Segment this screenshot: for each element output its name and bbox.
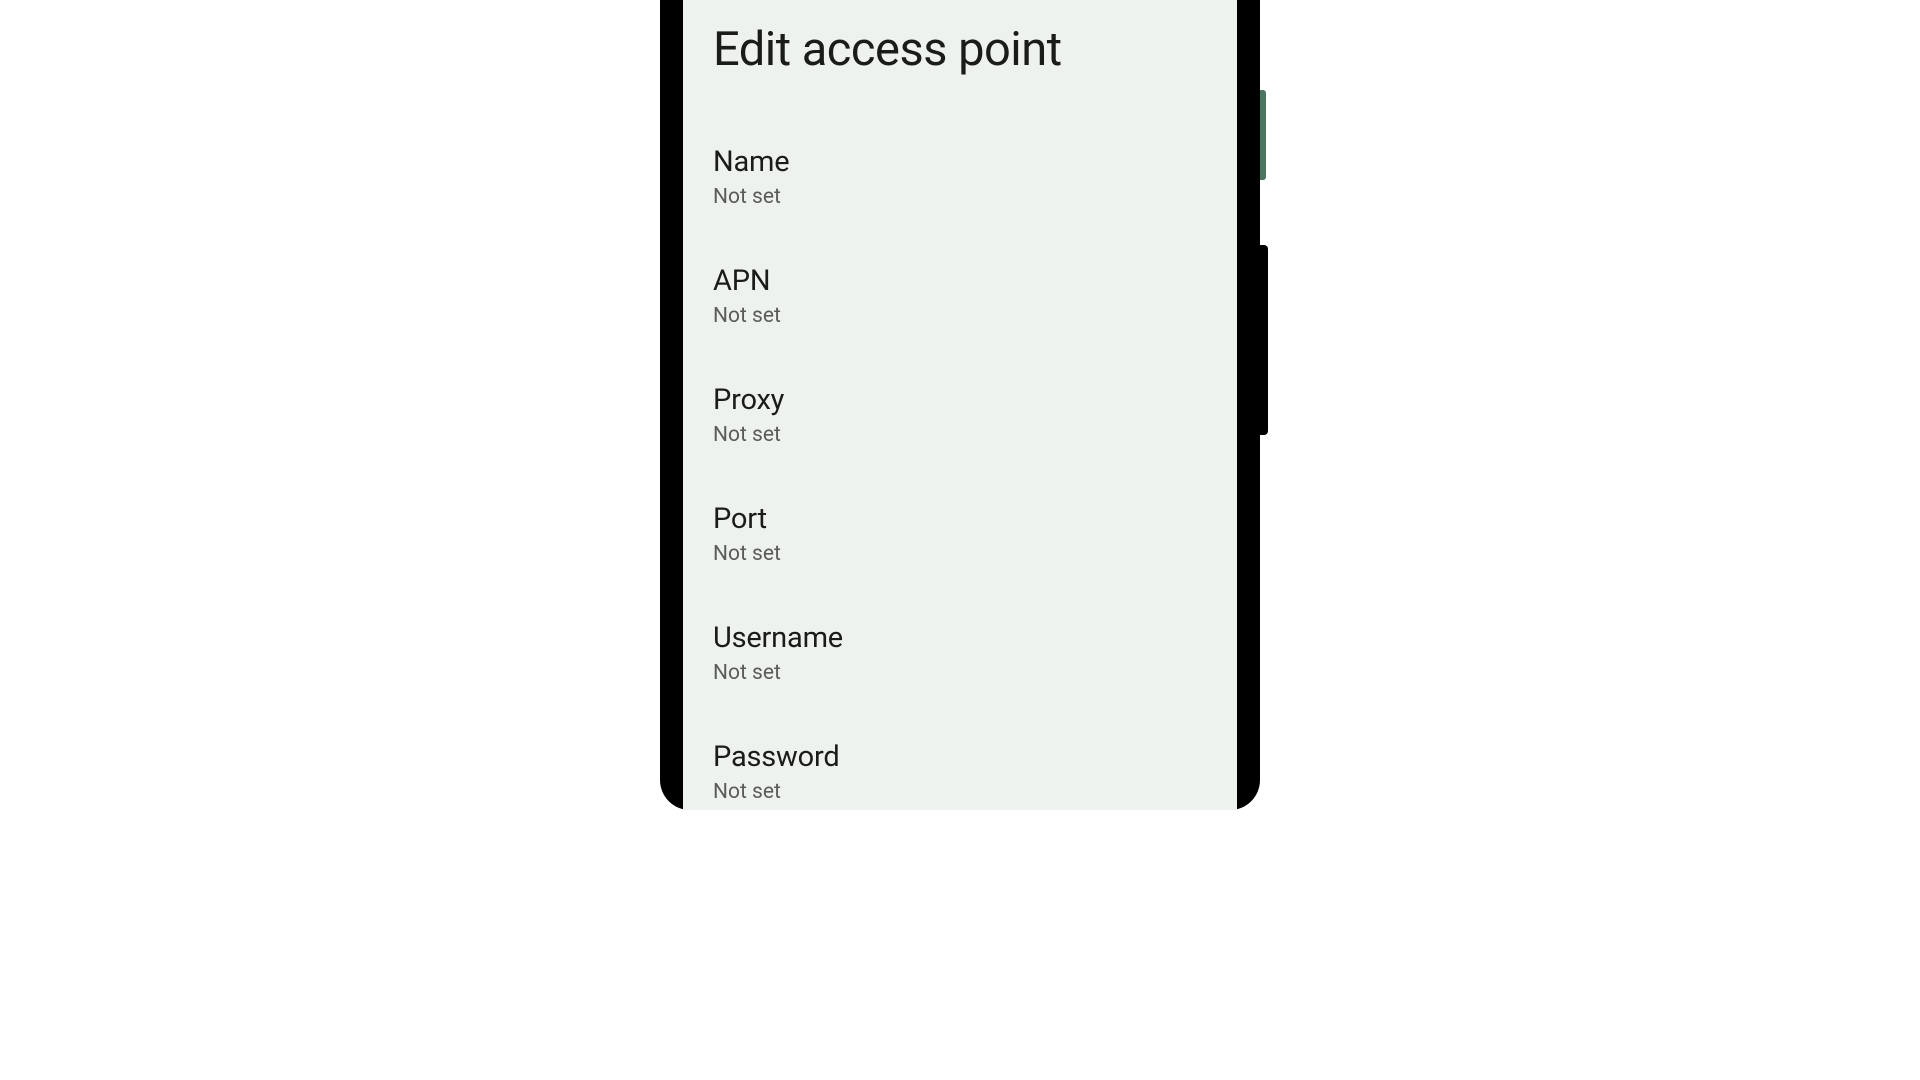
setting-value-password: Not set (713, 780, 1207, 804)
setting-item-name[interactable]: Name Not set (713, 125, 1207, 229)
setting-label-apn: APN (713, 264, 1207, 298)
setting-value-proxy: Not set (713, 423, 1207, 447)
phone-screen: Edit access point Name Not set APN Not s… (683, 0, 1237, 810)
setting-label-username: Username (713, 621, 1207, 655)
setting-label-password: Password (713, 740, 1207, 774)
setting-label-port: Port (713, 502, 1207, 536)
setting-item-username[interactable]: Username Not set (713, 601, 1207, 705)
setting-item-password[interactable]: Password Not set (713, 720, 1207, 810)
setting-label-proxy: Proxy (713, 383, 1207, 417)
setting-item-proxy[interactable]: Proxy Not set (713, 363, 1207, 467)
page-title: Edit access point (683, 0, 1237, 125)
setting-item-apn[interactable]: APN Not set (713, 244, 1207, 348)
setting-value-username: Not set (713, 661, 1207, 685)
settings-list: Name Not set APN Not set Proxy Not set P… (683, 125, 1237, 810)
setting-value-apn: Not set (713, 304, 1207, 328)
power-button[interactable] (1260, 90, 1266, 180)
phone-bezel: Edit access point Name Not set APN Not s… (660, 0, 1260, 810)
volume-button[interactable] (1260, 245, 1268, 435)
setting-value-port: Not set (713, 542, 1207, 566)
setting-item-port[interactable]: Port Not set (713, 482, 1207, 586)
phone-frame: Edit access point Name Not set APN Not s… (660, 0, 1260, 810)
setting-value-name: Not set (713, 185, 1207, 209)
setting-label-name: Name (713, 145, 1207, 179)
